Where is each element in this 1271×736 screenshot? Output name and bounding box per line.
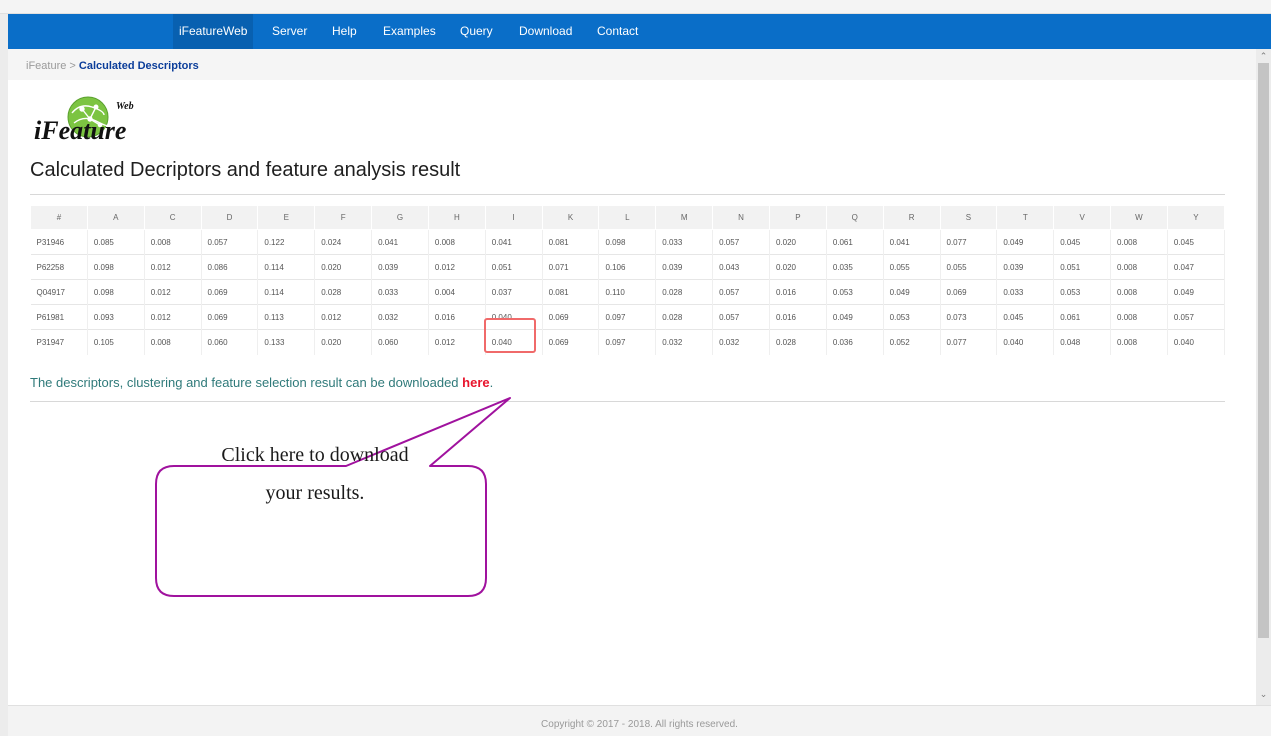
callout-bubble	[155, 397, 511, 597]
callout-line-2: your results.	[265, 482, 365, 504]
scroll-up-icon[interactable]: ⌃	[1256, 51, 1271, 63]
page-footer: Copyright © 2017 - 2018. All rights rese…	[8, 705, 1271, 736]
copyright-text: Copyright © 2017 - 2018. All rights rese…	[541, 719, 738, 730]
scroll-down-icon[interactable]: ⌄	[1256, 689, 1271, 701]
callout-text: Click here to download your results.	[150, 436, 480, 512]
vertical-scrollbar[interactable]: ⌃ ⌄	[1256, 49, 1271, 705]
callout-line-1: Click here to download	[221, 444, 409, 466]
scroll-thumb[interactable]	[1258, 63, 1269, 638]
browser-frame: iFeatureWeb Server Help Examples Query D…	[0, 0, 1271, 736]
